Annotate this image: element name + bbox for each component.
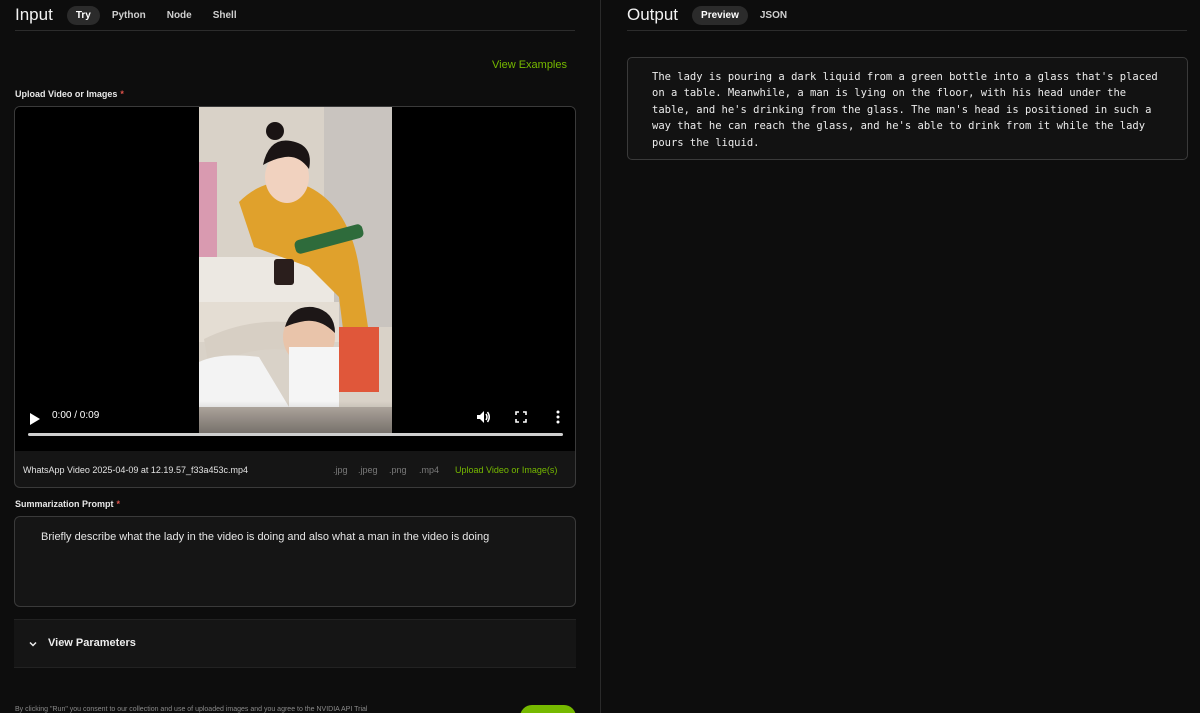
view-examples-link[interactable]: View Examples	[492, 59, 567, 71]
play-icon[interactable]	[29, 412, 41, 426]
tab-node[interactable]: Node	[158, 6, 201, 25]
tab-preview[interactable]: Preview	[692, 5, 748, 25]
prompt-label: Summarization Prompt *	[15, 499, 120, 509]
input-tabbar: Input Try Python Node Shell	[15, 0, 575, 31]
video-frame	[199, 107, 392, 433]
chevron-down-icon	[29, 641, 37, 647]
upload-dropzone[interactable]: 0:00 / 0:09 WhatsApp Video 2025-04-09 at…	[14, 106, 576, 488]
input-title: Input	[15, 5, 53, 24]
consent-text: By clicking "Run" you consent to our col…	[15, 706, 368, 713]
input-panel: Input Try Python Node Shell View Example…	[0, 0, 600, 713]
upload-video-link[interactable]: Upload Video or Image(s)	[455, 465, 557, 475]
tab-shell[interactable]: Shell	[204, 6, 246, 25]
tab-try[interactable]: Try	[66, 5, 100, 25]
video-time: 0:00 / 0:09	[52, 410, 100, 421]
video-player[interactable]: 0:00 / 0:09	[15, 107, 575, 451]
ext-jpg: .jpg	[333, 465, 348, 475]
upload-required-marker: *	[120, 89, 124, 99]
output-text: The lady is pouring a dark liquid from a…	[652, 71, 1158, 149]
video-controls: 0:00 / 0:09	[15, 401, 575, 451]
output-preview-box: The lady is pouring a dark liquid from a…	[627, 57, 1188, 160]
ext-png: .png	[389, 465, 407, 475]
uploaded-file-name: WhatsApp Video 2025-04-09 at 12.19.57_f3…	[23, 465, 248, 475]
video-still-image	[199, 107, 392, 433]
prompt-required-marker: *	[116, 499, 121, 509]
output-tabbar: Output Preview JSON	[627, 0, 1187, 31]
fullscreen-icon[interactable]	[513, 409, 529, 425]
view-parameters-toggle[interactable]: View Parameters	[14, 619, 576, 668]
view-parameters-label: View Parameters	[48, 637, 136, 649]
tab-json[interactable]: JSON	[751, 6, 796, 25]
volume-icon[interactable]	[475, 409, 491, 425]
output-title: Output	[627, 5, 679, 24]
run-button[interactable]	[520, 705, 576, 713]
summarization-prompt-textarea[interactable]: Briefly describe what the lady in the vi…	[14, 516, 576, 607]
upload-label: Upload Video or Images *	[15, 89, 124, 99]
more-vertical-icon[interactable]	[550, 409, 566, 425]
ext-jpeg: .jpeg	[358, 465, 378, 475]
video-progress-bar[interactable]	[28, 433, 563, 436]
prompt-text: Briefly describe what the lady in the vi…	[41, 531, 490, 543]
tab-python[interactable]: Python	[103, 6, 155, 25]
prompt-label-text: Summarization Prompt	[15, 499, 114, 509]
app-root: Input Try Python Node Shell View Example…	[0, 0, 1200, 713]
upload-label-text: Upload Video or Images	[15, 89, 118, 99]
panel-divider[interactable]	[600, 0, 601, 713]
ext-mp4: .mp4	[419, 465, 440, 475]
file-row: WhatsApp Video 2025-04-09 at 12.19.57_f3…	[15, 459, 575, 485]
